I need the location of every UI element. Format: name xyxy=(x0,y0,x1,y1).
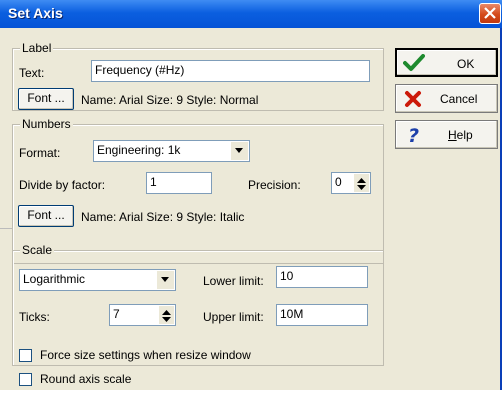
cancel-label: Cancel xyxy=(440,92,478,106)
title-bar: Set Axis xyxy=(0,0,502,28)
help-label: Help xyxy=(448,128,473,142)
spin-up-icon xyxy=(357,178,366,183)
scale-type-value: Logarithmic xyxy=(23,272,86,286)
upper-limit-input[interactable]: 10M xyxy=(276,304,368,326)
close-button[interactable] xyxy=(479,3,501,24)
format-dropdown-arrow[interactable] xyxy=(230,142,248,160)
help-button[interactable]: ? Help xyxy=(395,120,498,149)
format-value: Engineering: 1k xyxy=(97,143,181,157)
question-mark-icon: ? xyxy=(408,125,419,145)
red-x-icon xyxy=(405,91,421,107)
spin-down-icon xyxy=(357,185,366,190)
lower-limit-label: Lower limit: xyxy=(203,274,264,288)
precision-label: Precision: xyxy=(248,178,301,192)
force-size-label: Force size settings when resize window xyxy=(40,348,251,362)
round-axis-checkbox[interactable] xyxy=(19,373,32,386)
spin-down-icon xyxy=(162,317,171,322)
scale-type-select[interactable]: Logarithmic xyxy=(19,269,176,291)
round-axis-label: Round axis scale xyxy=(40,372,132,386)
label-font-button[interactable]: Font ... xyxy=(18,88,74,110)
cancel-button[interactable]: Cancel xyxy=(395,84,498,113)
scale-group-legend: Scale xyxy=(20,243,55,257)
ticks-value: 7 xyxy=(113,307,120,321)
format-select[interactable]: Engineering: 1k xyxy=(93,140,250,162)
label-font-info: Name: Arial Size: 9 Style: Normal xyxy=(81,93,259,107)
ticks-label: Ticks: xyxy=(19,310,50,324)
ticks-spinner[interactable]: 7 xyxy=(109,304,176,326)
background-divider xyxy=(0,228,12,229)
label-text-input[interactable]: Frequency (#Hz) xyxy=(91,60,370,82)
ok-label: OK xyxy=(457,57,475,71)
format-label: Format: xyxy=(19,146,61,160)
checkmark-icon xyxy=(403,54,425,71)
divide-factor-input[interactable]: 1 xyxy=(146,172,212,194)
numbers-font-button[interactable]: Font ... xyxy=(18,205,74,227)
force-size-checkbox[interactable] xyxy=(19,349,32,362)
numbers-group-legend: Numbers xyxy=(20,117,73,131)
help-label-rest: elp xyxy=(456,128,473,142)
spin-up-icon xyxy=(162,310,171,315)
svg-text:?: ? xyxy=(408,125,419,145)
label-group-legend: Label xyxy=(20,41,54,55)
precision-spinner[interactable]: 0 xyxy=(331,172,371,194)
help-mnemonic: H xyxy=(448,128,457,142)
chevron-down-icon xyxy=(161,277,169,282)
numbers-font-info: Name: Arial Size: 9 Style: Italic xyxy=(81,210,245,224)
upper-limit-label: Upper limit: xyxy=(203,310,264,324)
divide-factor-label: Divide by factor: xyxy=(19,178,106,192)
window-title: Set Axis xyxy=(8,5,63,21)
ok-button[interactable]: OK xyxy=(395,48,498,77)
scale-type-dropdown-arrow[interactable] xyxy=(156,271,174,289)
chevron-down-icon xyxy=(235,148,243,153)
lower-limit-input[interactable]: 10 xyxy=(276,266,368,288)
precision-value: 0 xyxy=(335,175,342,189)
precision-spin-buttons[interactable] xyxy=(354,174,369,192)
text-label: Text: xyxy=(19,66,45,80)
close-icon xyxy=(484,7,496,19)
set-axis-dialog: Label Text: Frequency (#Hz) Font ... Nam… xyxy=(0,28,502,390)
ticks-spin-buttons[interactable] xyxy=(159,306,174,324)
